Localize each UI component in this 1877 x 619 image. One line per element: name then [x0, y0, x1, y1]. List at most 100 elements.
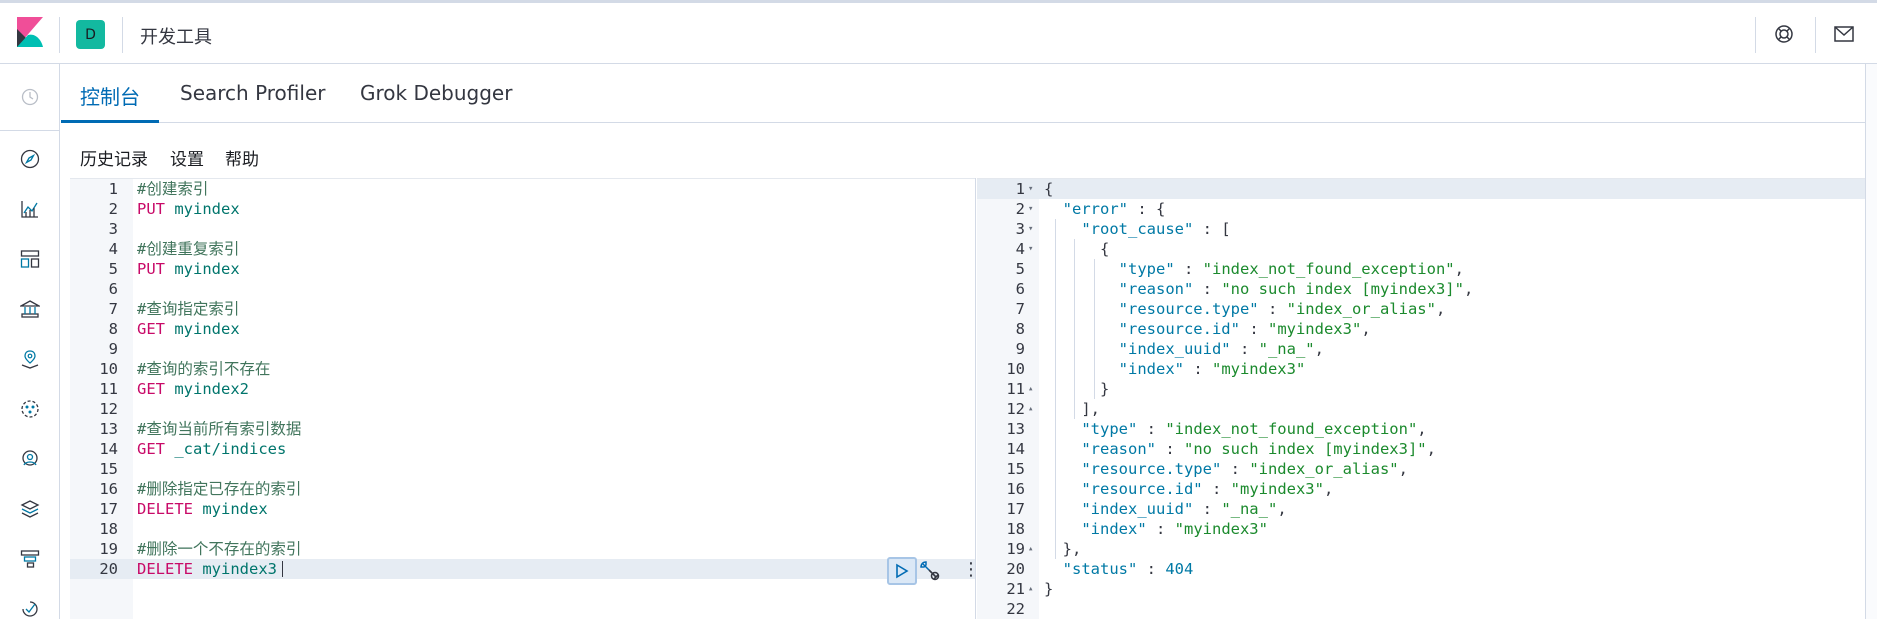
code-token: "index_uuid" — [1118, 340, 1231, 358]
code-line: "status" : 404 — [1044, 559, 1194, 579]
space-avatar[interactable]: D — [76, 20, 105, 49]
visualize-chart-icon[interactable] — [17, 196, 43, 222]
code-token: ], — [1044, 400, 1100, 418]
settings-link[interactable]: 设置 — [170, 145, 204, 170]
code-token: : — [1193, 280, 1222, 298]
code-line: { — [1044, 239, 1109, 259]
code-token: "no such index [myindex3]" — [1183, 440, 1427, 458]
wrench-icon[interactable] — [915, 557, 945, 585]
code-token: myindex — [165, 320, 240, 338]
line-number: 9 — [108, 340, 118, 358]
code-line: PUT myindex — [137, 259, 240, 279]
code-token: : — [1221, 460, 1250, 478]
code-token: : — [1174, 260, 1203, 278]
code-line: { — [1044, 179, 1053, 199]
code-line: ], — [1044, 399, 1100, 419]
kibana-logo-icon[interactable] — [17, 17, 43, 49]
code-token: "resource.type" — [1081, 460, 1222, 478]
code-token: "resource.type" — [1118, 300, 1259, 318]
code-token: "reason" — [1118, 280, 1194, 298]
line-number: 13 — [99, 420, 118, 438]
fold-toggle-icon[interactable]: ▾ — [1028, 239, 1033, 259]
mail-icon[interactable] — [1831, 21, 1857, 47]
fold-toggle-icon[interactable]: ▾ — [1028, 219, 1033, 239]
code-line: #查询指定索引 — [137, 299, 239, 319]
code-line: "resource.id" : "myindex3", — [1044, 479, 1333, 499]
fold-toggle-icon[interactable]: ▴ — [1028, 399, 1033, 419]
help-icon[interactable] — [1771, 21, 1797, 47]
code-token: , — [1323, 480, 1334, 498]
code-line: #创建重复索引 — [137, 239, 239, 259]
code-token: "root_cause" — [1081, 220, 1194, 238]
code-line: "resource.type" : "index_or_alias", — [1044, 459, 1408, 479]
code-token: "type" — [1118, 260, 1175, 278]
line-number: 12 — [1006, 400, 1025, 418]
header-divider — [59, 17, 60, 53]
line-number: 1 — [1015, 180, 1025, 198]
code-token: , — [1454, 260, 1464, 278]
code-token: GET — [137, 440, 165, 458]
line-number: 17 — [1006, 500, 1025, 518]
line-number: 3 — [1015, 220, 1025, 238]
more-actions-icon[interactable]: ⋮ — [962, 560, 980, 580]
history-link[interactable]: 历史记录 — [80, 145, 148, 170]
editor-resize-handle[interactable] — [975, 178, 976, 619]
discover-compass-icon[interactable] — [17, 146, 43, 172]
canvas-icon[interactable] — [17, 296, 43, 322]
fold-toggle-icon[interactable]: ▾ — [1028, 199, 1033, 219]
code-line: "resource.type" : "index_or_alias", — [1044, 299, 1446, 319]
top-header: D 开发工具 — [0, 0, 1877, 64]
code-token: "index" — [1081, 520, 1147, 538]
code-token: , — [1398, 460, 1408, 478]
code-line: PUT myindex — [137, 199, 240, 219]
request-editor[interactable]: 1 #创建索引 2 PUT myindex 3 4 #创建重复索引 5 PUT myindex 6… — [70, 178, 975, 619]
code-token: : — [1193, 500, 1222, 518]
send-request-button[interactable] — [887, 557, 917, 585]
uptime-icon[interactable] — [17, 596, 43, 619]
left-nav — [0, 64, 60, 619]
help-link[interactable]: 帮助 — [225, 145, 259, 170]
tab-bar: 控制台 Search Profiler Grok Debugger — [61, 64, 1877, 123]
recent-clock-icon[interactable] — [17, 84, 43, 110]
fold-toggle-icon[interactable]: ▴ — [1028, 379, 1033, 399]
dashboard-icon[interactable] — [17, 246, 43, 272]
line-number: 8 — [108, 320, 118, 338]
tab-search-profiler[interactable]: Search Profiler — [180, 81, 325, 123]
tab-grok-debugger[interactable]: Grok Debugger — [360, 81, 512, 123]
line-number: 18 — [99, 520, 118, 538]
code-token: , — [1417, 420, 1427, 438]
maps-icon[interactable] — [17, 346, 43, 372]
code-line: DELETE myindex3 — [137, 559, 277, 579]
code-token: myindex3 — [193, 560, 277, 578]
code-line: #删除一个不存在的索引 — [137, 539, 301, 559]
fold-toggle-icon[interactable]: ▾ — [1028, 179, 1033, 199]
line-number: 7 — [108, 300, 118, 318]
header-divider — [122, 17, 123, 53]
code-token: myindex — [165, 200, 240, 218]
code-token: , — [1426, 440, 1436, 458]
response-editor: 1 ▾{2 ▾ "error" : {3 ▾ "root_cause" : [4 ▾ {… — [977, 178, 1865, 619]
active-line-highlight — [977, 179, 1865, 199]
code-token: : — [1137, 420, 1166, 438]
code-token: "myindex3" — [1267, 320, 1362, 338]
page-scrollbar[interactable] — [1865, 64, 1877, 619]
code-token: "index_not_found_exception" — [1165, 420, 1418, 438]
code-line: } — [1044, 579, 1053, 599]
infrastructure-icon[interactable] — [17, 446, 43, 472]
line-number: 11 — [1006, 380, 1025, 398]
code-token: "index_or_alias" — [1249, 460, 1399, 478]
ml-icon[interactable] — [17, 396, 43, 422]
tab-console[interactable]: 控制台 — [80, 81, 140, 123]
line-number: 2 — [108, 200, 118, 218]
header-divider — [1815, 17, 1816, 53]
line-number: 14 — [99, 440, 118, 458]
line-number: 4 — [108, 240, 118, 258]
code-token: , — [1314, 340, 1324, 358]
apm-icon[interactable] — [17, 546, 43, 572]
code-token: "index_not_found_exception" — [1202, 260, 1455, 278]
fold-toggle-icon[interactable]: ▴ — [1028, 539, 1033, 559]
fold-toggle-icon[interactable]: ▴ — [1028, 579, 1033, 599]
logs-icon[interactable] — [17, 496, 43, 522]
